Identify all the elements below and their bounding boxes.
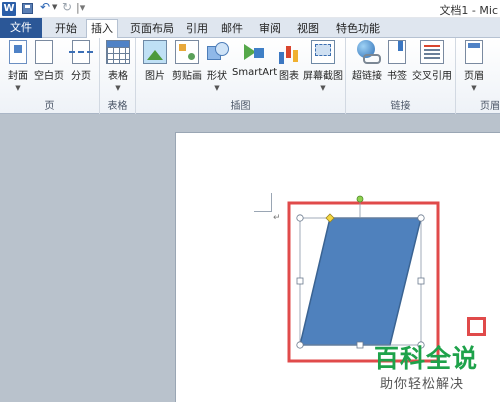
resize-handle-top-right[interactable]: [417, 214, 425, 222]
page-break-button[interactable]: 分页: [66, 40, 96, 82]
group-label-illustrations: 插图: [230, 101, 251, 112]
bookmark-button[interactable]: 书签: [384, 40, 410, 82]
group-label-links: 链接: [390, 101, 411, 112]
tab-references[interactable]: 引用: [182, 20, 212, 38]
chart-button[interactable]: 图表: [276, 40, 302, 82]
customize-quick-access-icon[interactable]: |▾: [76, 1, 85, 14]
cross-reference-icon: [420, 40, 444, 64]
paragraph-mark: ↵: [273, 213, 281, 223]
chevron-down-icon: ▼: [15, 84, 21, 92]
chevron-down-icon: ▼: [471, 84, 477, 92]
save-icon[interactable]: [22, 3, 33, 14]
margin-corner-mark: [271, 193, 272, 211]
margin-corner-mark: [254, 211, 272, 212]
smartart-icon: [242, 40, 266, 64]
page-break-icon: [69, 40, 93, 64]
window-title: 文档1 - Mic: [439, 4, 498, 17]
table-button[interactable]: 表格 ▼: [104, 40, 132, 92]
clip-art-button[interactable]: 剪贴画: [170, 40, 204, 82]
ribbon-tabs: 文件 开始 插入 页面布局 引用 邮件 审阅 视图 特色功能: [0, 18, 500, 39]
shapes-icon: [205, 40, 229, 64]
highlight-square: [467, 317, 486, 336]
tab-home[interactable]: 开始: [46, 20, 86, 38]
chevron-down-icon: ▼: [115, 84, 121, 92]
tab-mailings[interactable]: 邮件: [216, 20, 248, 38]
bookmark-icon: [388, 40, 406, 64]
tab-insert[interactable]: 插入: [86, 19, 118, 39]
redo-icon[interactable]: ↻: [62, 0, 72, 14]
resize-handle-right[interactable]: [417, 277, 425, 285]
tab-page-layout[interactable]: 页面布局: [124, 20, 180, 38]
watermark-title: 百科全说: [374, 344, 479, 373]
parallelogram-shape[interactable]: [299, 217, 422, 346]
ribbon-insert: 封面 ▼ 空白页 分页 页 表格 ▼ 表格 图片 剪贴画 形状 ▼ SmartA…: [0, 38, 500, 114]
header-button[interactable]: 页眉 ▼: [460, 40, 488, 92]
blank-page-button[interactable]: 空白页: [32, 40, 66, 82]
group-links: 超链接 书签 交叉引用 链接: [346, 38, 456, 114]
header-icon: [465, 40, 483, 64]
tab-review[interactable]: 审阅: [254, 20, 286, 38]
chevron-down-icon: ▼: [320, 84, 326, 92]
group-pages: 封面 ▼ 空白页 分页 页: [0, 38, 100, 114]
picture-button[interactable]: 图片: [142, 40, 168, 82]
resize-handle-top-left[interactable]: [296, 214, 304, 222]
group-illustrations: 图片 剪贴画 形状 ▼ SmartArt 图表 屏幕截图 ▼ 插图: [136, 38, 346, 114]
screenshot-button[interactable]: 屏幕截图 ▼: [302, 40, 344, 92]
shapes-button[interactable]: 形状 ▼: [204, 40, 230, 92]
watermark-subtitle: 助你轻松解决: [380, 377, 465, 392]
blank-page-icon: [35, 40, 53, 64]
resize-handle-bottom-left[interactable]: [296, 341, 304, 349]
chevron-down-icon: ▼: [214, 84, 220, 92]
cover-page-button[interactable]: 封面 ▼: [4, 40, 32, 92]
tab-file[interactable]: 文件: [0, 18, 42, 38]
group-label-header-footer: 页眉: [480, 101, 500, 112]
picture-icon: [143, 40, 167, 64]
group-tables: 表格 ▼ 表格: [100, 38, 136, 114]
chart-icon: [277, 40, 301, 64]
word-app-icon[interactable]: W: [2, 2, 16, 16]
smartart-button[interactable]: SmartArt: [232, 40, 277, 78]
rotate-handle[interactable]: [356, 195, 364, 203]
tab-view[interactable]: 视图: [292, 20, 324, 38]
undo-icon[interactable]: ↶: [40, 0, 50, 14]
table-icon: [106, 40, 130, 64]
hyperlink-button[interactable]: 超链接: [350, 40, 384, 82]
cross-reference-button[interactable]: 交叉引用: [410, 40, 454, 82]
title-bar: W ↶ ▼ ↻ |▾ 文档1 - Mic: [0, 0, 500, 18]
group-label-pages: 页: [44, 101, 55, 112]
resize-handle-left[interactable]: [296, 277, 304, 285]
hyperlink-icon: [355, 40, 381, 64]
screenshot-icon: [311, 40, 335, 64]
undo-dropdown-icon[interactable]: ▼: [52, 3, 57, 11]
tab-special-features[interactable]: 特色功能: [330, 20, 386, 38]
clip-art-icon: [175, 40, 199, 64]
group-header-footer: 页眉 ▼ 页眉: [456, 38, 500, 114]
resize-handle-bottom[interactable]: [356, 341, 364, 349]
group-label-tables: 表格: [107, 101, 128, 112]
cover-page-icon: [9, 40, 27, 64]
